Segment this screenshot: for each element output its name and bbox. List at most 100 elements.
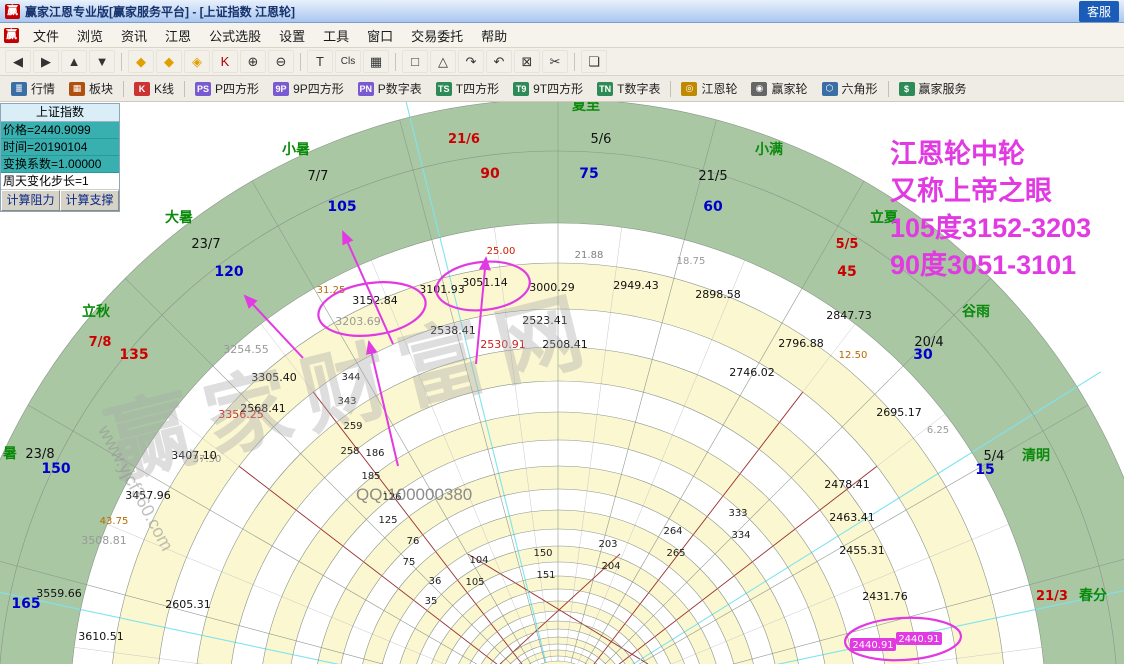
- wheel-label: 2455.31: [839, 544, 885, 557]
- grid-tool-icon[interactable]: ▦: [363, 50, 389, 73]
- wheel-label: 21/5: [698, 169, 727, 184]
- menu-logo-icon: 赢: [4, 28, 19, 43]
- kline-icon: K: [134, 82, 150, 96]
- wheel-label: 3559.66: [36, 587, 82, 600]
- app-logo-icon: 赢: [5, 4, 20, 19]
- zoom-in-icon[interactable]: ⊕: [240, 50, 266, 73]
- cls-icon[interactable]: Cls: [335, 50, 361, 73]
- diamond-a-icon[interactable]: ◆: [128, 50, 154, 73]
- menu-item-settings[interactable]: 设置: [270, 24, 314, 47]
- toolbar-separator: [300, 53, 301, 71]
- highlight-chip-value: 2440.91: [852, 640, 893, 651]
- ribbon-item-label: 行情: [31, 80, 55, 97]
- wheel-label: 2949.43: [613, 279, 659, 292]
- ribbon-item-t-square[interactable]: TST四方形: [429, 78, 506, 99]
- wheel-label: 36: [429, 576, 442, 587]
- wheel-label: 2796.88: [778, 337, 824, 350]
- menu-item-window[interactable]: 窗口: [358, 24, 402, 47]
- wheel-label: 3457.96: [125, 489, 171, 502]
- menu-item-tools[interactable]: 工具: [314, 24, 358, 47]
- index-name: 上证指数: [1, 104, 119, 122]
- wheel-label: 60: [703, 199, 723, 215]
- wheel-label: 5/5: [836, 237, 859, 252]
- wheel-label: 2478.41: [824, 478, 870, 491]
- wheel-label: 23/8: [25, 447, 54, 462]
- delete-tool-icon[interactable]: ⊠: [514, 50, 540, 73]
- menu-item-news[interactable]: 资讯: [112, 24, 156, 47]
- wheel-label: 大暑: [165, 209, 193, 226]
- ribbon-item-kline[interactable]: KK线: [127, 78, 181, 99]
- comment-tool-icon[interactable]: ❏: [581, 50, 607, 73]
- back-icon[interactable]: ◀: [5, 50, 31, 73]
- menu-item-help[interactable]: 帮助: [472, 24, 516, 47]
- ribbon-item-p-table[interactable]: PNP数字表: [351, 78, 429, 99]
- ribbon-toolbar: ≣行情▦板块 KK线 PSP四方形9P9P四方形PNP数字表TST四方形T99T四方…: [0, 76, 1124, 102]
- wheel-label: 23/7: [191, 237, 220, 252]
- menu-item-file[interactable]: 文件: [24, 24, 68, 47]
- ribbon-separator: [670, 81, 671, 97]
- wheel-label: 3610.51: [78, 630, 124, 643]
- ribbon-item-label: 9T四方形: [533, 80, 583, 97]
- ribbon-item-label: P数字表: [378, 80, 422, 97]
- ribbon-item-gann-wheel[interactable]: ◎江恩轮: [674, 78, 744, 99]
- wheel-label: 150: [533, 548, 552, 559]
- menu-item-trade-entrust[interactable]: 交易委托: [402, 24, 472, 47]
- p-square-icon: PS: [195, 82, 211, 96]
- cut-tool-icon[interactable]: ✂: [542, 50, 568, 73]
- calc-support-button[interactable]: 计算支撑: [60, 190, 119, 211]
- t-table-icon: TN: [597, 82, 613, 96]
- wheel-label: 5/6: [591, 132, 612, 147]
- wheel-label: 186: [365, 448, 384, 459]
- text-tool-icon[interactable]: T: [307, 50, 333, 73]
- ribbon-item-t-table[interactable]: TNT数字表: [590, 78, 667, 99]
- rotate-ccw-icon[interactable]: ↶: [486, 50, 512, 73]
- forward-icon[interactable]: ▶: [33, 50, 59, 73]
- ribbon-item-label: 六角形: [842, 80, 878, 97]
- ribbon-separator: [184, 81, 185, 97]
- ribbon-item-sectors[interactable]: ▦板块: [62, 78, 120, 99]
- wheel-label: 谷雨: [962, 304, 990, 320]
- winner-service-icon: $: [899, 82, 915, 96]
- calc-resistance-button[interactable]: 计算阻力: [1, 190, 60, 211]
- ribbon-item-winner-wheel[interactable]: ◉赢家轮: [744, 78, 814, 99]
- wheel-bands: [0, 102, 1124, 664]
- down-icon[interactable]: ▼: [89, 50, 115, 73]
- info-panel-buttons: 计算阻力计算支撑: [1, 190, 119, 211]
- triangle-tool-icon[interactable]: △: [430, 50, 456, 73]
- wheel-label: 333: [728, 508, 747, 519]
- info-row: 变换系数=1.00000: [1, 156, 119, 173]
- zoom-out-icon[interactable]: ⊖: [268, 50, 294, 73]
- wheel-label: 30: [913, 347, 933, 363]
- diamond-c-icon[interactable]: ◈: [184, 50, 210, 73]
- wheel-label: 立夏: [870, 209, 899, 226]
- menu-item-gann[interactable]: 江恩: [156, 24, 200, 47]
- wheel-label: 258: [340, 446, 359, 457]
- ribbon-item-winner-service[interactable]: $赢家服务: [892, 78, 974, 99]
- gann-wheel-icon: ◎: [681, 82, 697, 96]
- menu-item-view[interactable]: 浏览: [68, 24, 112, 47]
- wheel-label: 2695.17: [876, 406, 922, 419]
- diamond-b-icon[interactable]: ◆: [156, 50, 182, 73]
- ribbon-item-p-square[interactable]: PSP四方形: [188, 78, 266, 99]
- gann-wheel-canvas[interactable]: 夏至小暑大暑立秋暑小满立夏谷雨清明春分7/723/77/823/821/65/6…: [0, 102, 1124, 664]
- info-row: 周天变化步长=1: [1, 173, 119, 190]
- wheel-label: 76: [407, 536, 420, 547]
- window-title: 赢家江恩专业版[赢家服务平台] - [上证指数 江恩轮]: [25, 3, 295, 20]
- wheel-label: 3407.10: [171, 449, 217, 462]
- hexagon-icon: ⬡: [822, 82, 838, 96]
- ribbon-item-hexagon[interactable]: ⬡ 六角形: [815, 78, 885, 99]
- wheel-label: 2538.41: [430, 324, 476, 337]
- rotate-cw-icon[interactable]: ↷: [458, 50, 484, 73]
- ribbon-item-quotes[interactable]: ≣行情: [4, 78, 62, 99]
- kline-icon[interactable]: K: [212, 50, 238, 73]
- index-info-panel: 上证指数 价格=2440.9099时间=20190104变换系数=1.00000…: [0, 103, 120, 212]
- up-icon[interactable]: ▲: [61, 50, 87, 73]
- wheel-label: 2508.41: [542, 338, 588, 351]
- wheel-label: 暑: [3, 446, 17, 462]
- ribbon-item-9p-square[interactable]: 9P9P四方形: [266, 78, 351, 99]
- menu-bar: 赢 文件浏览资讯江恩公式选股设置工具窗口交易委托帮助: [0, 23, 1124, 48]
- rect-tool-icon[interactable]: □: [402, 50, 428, 73]
- customer-service-button[interactable]: 客服: [1079, 1, 1119, 22]
- ribbon-item-9t-square[interactable]: T99T四方形: [506, 78, 590, 99]
- menu-item-formula-stock-pick[interactable]: 公式选股: [200, 24, 270, 47]
